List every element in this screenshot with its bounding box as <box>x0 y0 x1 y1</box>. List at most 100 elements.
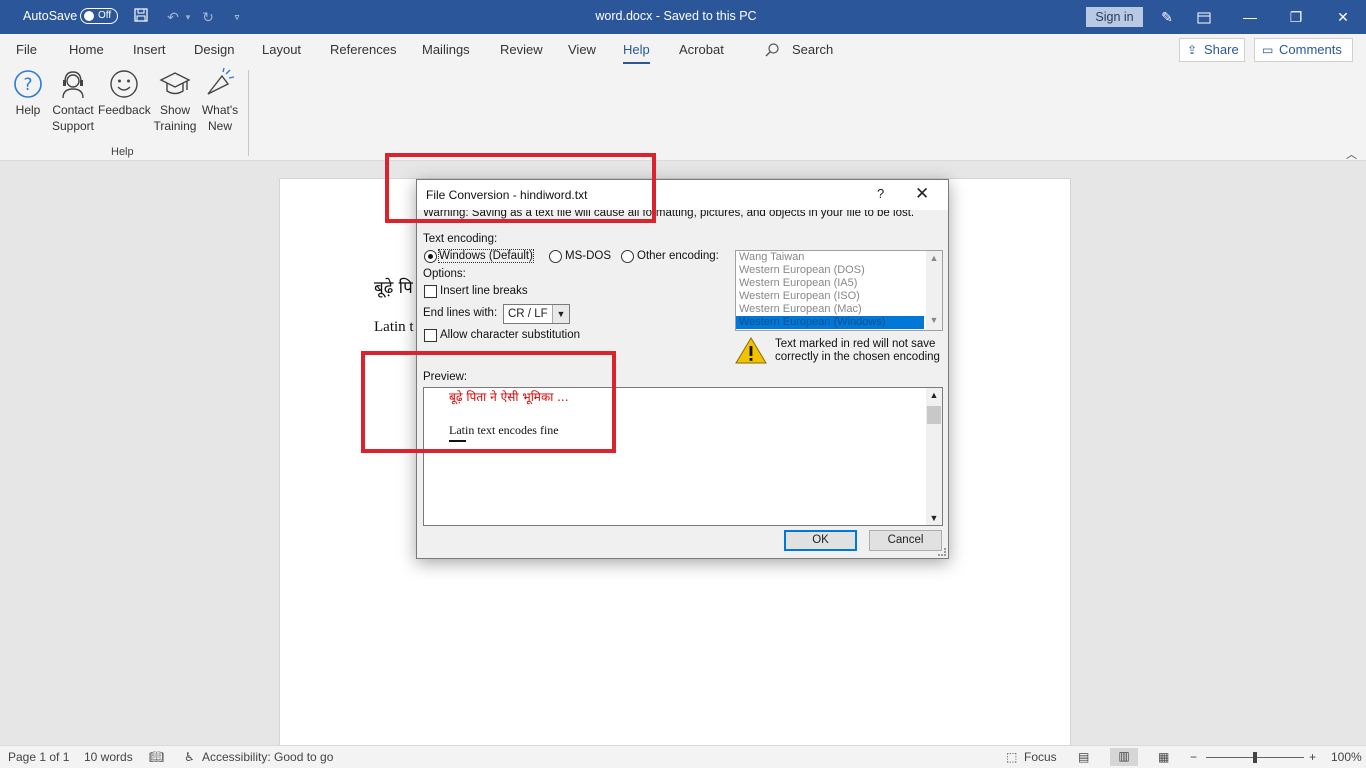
graduation-cap-icon <box>159 72 191 95</box>
encoding-item[interactable]: Western European (DOS) <box>736 264 924 277</box>
tab-layout[interactable]: Layout <box>262 42 301 57</box>
scroll-down-icon[interactable]: ▼ <box>926 315 942 325</box>
restore-icon[interactable]: ❐ <box>1273 0 1319 34</box>
whats-new-label-1: What's <box>201 103 239 117</box>
share-label: Share <box>1204 42 1239 57</box>
search-box[interactable]: Search <box>792 42 833 57</box>
whats-new-label-2: New <box>207 119 232 133</box>
page-count[interactable]: Page 1 of 1 <box>8 750 69 764</box>
tab-insert[interactable]: Insert <box>133 42 166 57</box>
tab-help[interactable]: Help <box>623 42 650 65</box>
contact-support-button[interactable]: Contact Support <box>50 68 96 134</box>
help-button[interactable]: ? Help <box>12 68 44 118</box>
dialog-help-icon[interactable]: ? <box>877 186 884 201</box>
allow-substitution-label[interactable]: Allow character substitution <box>440 329 580 341</box>
title-bar: AutoSave Off ↶ ▾ ↻ ▿ word.docx - Saved t… <box>0 0 1366 34</box>
encoding-item[interactable]: Western European (Mac) <box>736 303 924 316</box>
feedback-label: Feedback <box>98 103 151 117</box>
tab-mailings[interactable]: Mailings <box>422 42 470 57</box>
collapse-ribbon-icon[interactable]: ︿ <box>1346 146 1357 162</box>
word-count[interactable]: 10 words <box>84 750 133 764</box>
tab-review[interactable]: Review <box>500 42 543 57</box>
close-window-icon[interactable]: ✕ <box>1320 0 1366 34</box>
share-button[interactable]: ⇪ Share <box>1179 38 1245 62</box>
warning-icon <box>735 337 767 364</box>
pen-icon[interactable]: ✎ <box>1157 7 1177 27</box>
ribbon-tabs: File Home Insert Design Layout Reference… <box>0 34 1366 65</box>
help-group-label: Help <box>111 146 134 158</box>
show-training-button[interactable]: Show Training <box>153 68 197 134</box>
other-encoding-label[interactable]: Other encoding: <box>637 250 719 262</box>
cancel-button[interactable]: Cancel <box>869 530 942 551</box>
insert-line-breaks-checkbox[interactable] <box>424 285 437 298</box>
scroll-up-icon[interactable]: ▲ <box>926 390 942 400</box>
headset-icon <box>62 71 84 99</box>
training-label-1: Show <box>159 103 191 117</box>
document-text-hindi: बूढ़े पि <box>374 278 413 298</box>
svg-text:?: ? <box>23 75 32 95</box>
end-lines-label: End lines with: <box>423 307 498 319</box>
encoding-item-selected[interactable]: Western European (Windows) <box>736 316 924 329</box>
encoding-scrollbar[interactable]: ▲ ▼ <box>926 251 942 330</box>
accessibility-status[interactable]: Accessibility: Good to go <box>202 750 333 764</box>
sign-in-button[interactable]: Sign in <box>1086 7 1143 27</box>
options-label: Options: <box>423 268 466 280</box>
encoding-item[interactable]: Wang Taiwan <box>736 251 924 264</box>
resize-grip-icon[interactable] <box>938 548 946 556</box>
insert-line-breaks-label[interactable]: Insert line breaks <box>440 285 528 297</box>
encoding-item[interactable]: Western European (IA5) <box>736 277 924 290</box>
dialog-close-icon[interactable]: ✕ <box>915 184 929 204</box>
windows-default-label[interactable]: Windows (Default) <box>438 249 534 263</box>
focus-icon[interactable]: ⬚ <box>1006 750 1017 764</box>
comments-button[interactable]: ▭ Comments <box>1254 38 1353 62</box>
whats-new-button[interactable]: What's New <box>199 68 241 134</box>
tab-file[interactable]: File <box>16 42 37 57</box>
proofing-icon[interactable]: 📖︎ <box>149 750 164 764</box>
ribbon-display-icon[interactable] <box>1181 0 1227 34</box>
web-layout-icon[interactable]: ▦ <box>1158 750 1169 764</box>
annotation-box-preview <box>361 351 616 453</box>
allow-substitution-checkbox[interactable] <box>424 329 437 342</box>
zoom-slider-thumb[interactable] <box>1253 752 1257 763</box>
minimize-icon[interactable]: — <box>1227 0 1273 34</box>
scroll-thumb[interactable] <box>927 406 941 424</box>
zoom-level[interactable]: 100% <box>1331 750 1362 764</box>
comment-icon: ▭ <box>1262 43 1274 57</box>
feedback-button[interactable]: Feedback <box>98 68 151 118</box>
tab-references[interactable]: References <box>330 42 396 57</box>
read-mode-icon[interactable]: ▤ <box>1078 750 1089 764</box>
focus-label[interactable]: Focus <box>1024 750 1057 764</box>
red-text-warning: Text marked in red will not save correct… <box>775 338 940 363</box>
zoom-in-button[interactable]: + <box>1309 750 1316 764</box>
preview-scrollbar[interactable]: ▲ ▼ <box>926 388 942 525</box>
accessibility-icon[interactable]: ♿︎ <box>184 750 195 764</box>
tab-view[interactable]: View <box>568 42 596 57</box>
print-layout-icon[interactable]: ▥ <box>1110 748 1138 766</box>
encoding-list[interactable]: Wang Taiwan Western European (DOS) Weste… <box>735 250 943 331</box>
document-text-latin: Latin t <box>374 319 414 335</box>
tab-design[interactable]: Design <box>194 42 234 57</box>
tab-acrobat[interactable]: Acrobat <box>679 42 724 57</box>
tab-home[interactable]: Home <box>69 42 104 57</box>
ribbon-help-panel: ? Help Contact Support Feedback Show Tra… <box>0 64 1366 161</box>
zoom-out-button[interactable]: − <box>1190 750 1197 764</box>
chevron-down-icon: ▼ <box>552 305 569 323</box>
ok-button[interactable]: OK <box>784 530 857 551</box>
search-icon[interactable] <box>764 42 780 58</box>
smiley-icon <box>110 70 138 98</box>
windows-default-radio[interactable] <box>424 250 437 263</box>
document-title: word.docx - Saved to this PC <box>595 9 757 23</box>
help-button-label: Help <box>15 103 41 117</box>
end-lines-value: CR / LF <box>508 308 548 320</box>
ms-dos-radio[interactable] <box>549 250 562 263</box>
comments-label: Comments <box>1279 42 1342 57</box>
ms-dos-label[interactable]: MS-DOS <box>565 250 611 262</box>
annotation-box-title <box>385 153 656 223</box>
other-encoding-radio[interactable] <box>621 250 634 263</box>
share-icon: ⇪ <box>1187 43 1198 57</box>
scroll-up-icon[interactable]: ▲ <box>926 253 942 263</box>
scroll-down-icon[interactable]: ▼ <box>926 513 942 523</box>
contact-label-2: Support <box>51 119 95 133</box>
end-lines-select[interactable]: CR / LF ▼ <box>503 304 570 324</box>
encoding-item[interactable]: Western European (ISO) <box>736 290 924 303</box>
